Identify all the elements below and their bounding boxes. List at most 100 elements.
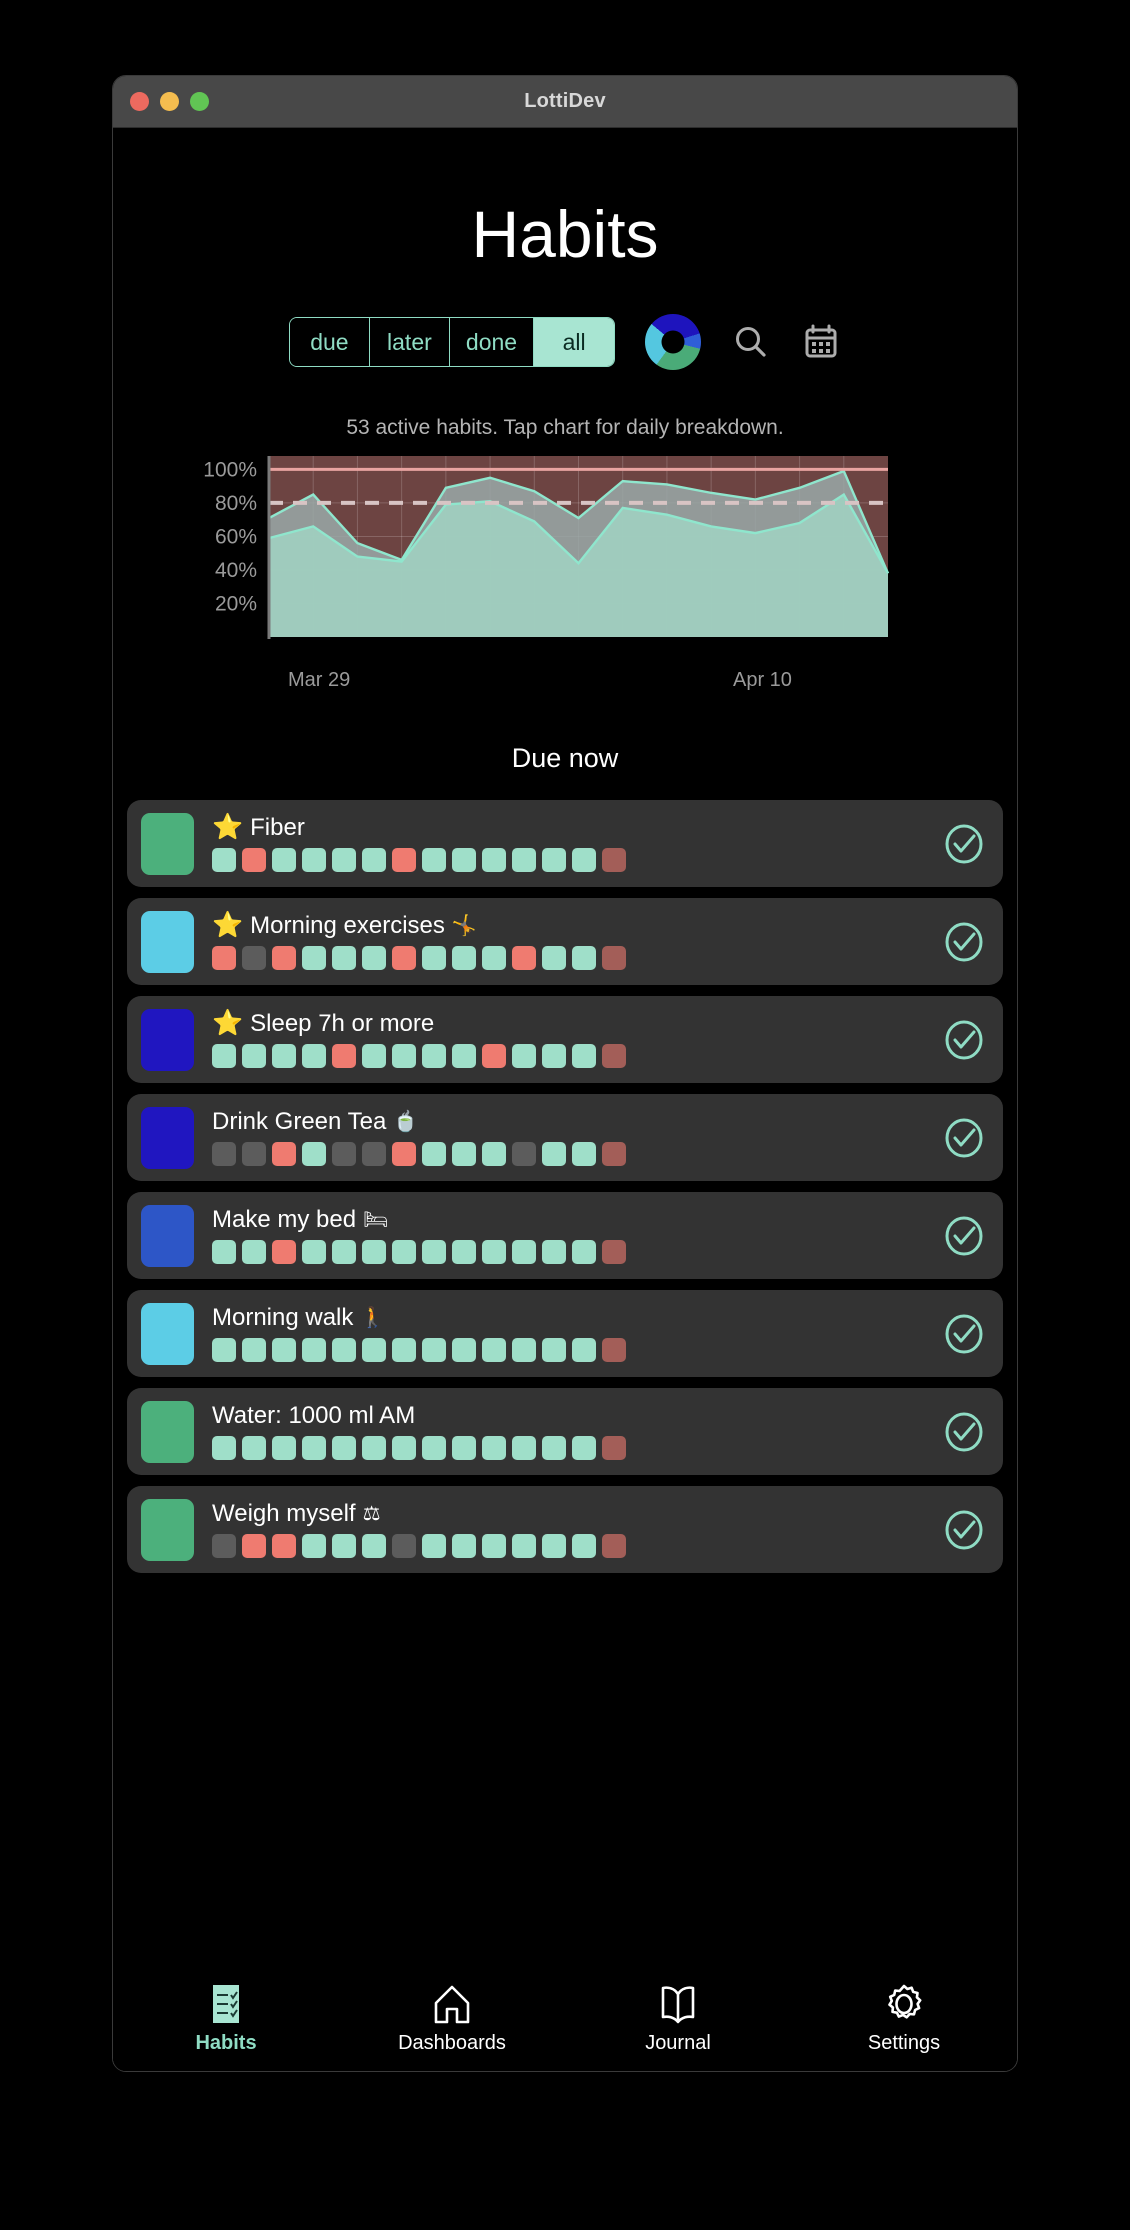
habit-day-cell[interactable] <box>542 1141 566 1166</box>
nav-item-habits[interactable]: Habits <box>113 1983 339 2055</box>
habit-day-cell[interactable] <box>572 848 596 872</box>
filter-tab-done[interactable]: done <box>449 318 535 366</box>
habit-day-cell[interactable] <box>302 1337 326 1362</box>
habit-day-cell[interactable] <box>332 848 356 872</box>
habit-row[interactable]: Drink Green Tea 🍵 <box>127 1094 1003 1181</box>
habit-day-cell[interactable] <box>512 1141 536 1166</box>
habit-day-cell[interactable] <box>392 1533 416 1558</box>
habit-day-cell[interactable] <box>482 1044 506 1068</box>
habit-day-cell[interactable] <box>242 1435 266 1460</box>
habit-day-cell[interactable] <box>272 946 296 970</box>
mark-complete-button[interactable] <box>941 919 987 965</box>
habit-day-cell[interactable] <box>572 1533 596 1558</box>
habit-day-cell[interactable] <box>302 1141 326 1166</box>
habit-day-cell[interactable] <box>512 1239 536 1264</box>
habit-day-cell[interactable] <box>212 1239 236 1264</box>
habit-day-cell[interactable] <box>362 946 386 970</box>
habit-day-cell[interactable] <box>272 1044 296 1068</box>
mark-complete-button[interactable] <box>941 821 987 867</box>
habit-day-cell[interactable] <box>572 1141 596 1166</box>
habit-day-strip[interactable] <box>212 848 931 872</box>
habit-day-cell[interactable] <box>572 946 596 970</box>
habit-day-cell[interactable] <box>272 1533 296 1558</box>
habit-day-cell[interactable] <box>542 1533 566 1558</box>
habit-day-cell[interactable] <box>272 1435 296 1460</box>
habit-day-cell[interactable] <box>302 848 326 872</box>
habit-day-cell[interactable] <box>602 1533 626 1558</box>
habit-day-cell[interactable] <box>272 1141 296 1166</box>
habit-day-cell[interactable] <box>392 1044 416 1068</box>
habit-day-cell[interactable] <box>542 946 566 970</box>
habit-day-cell[interactable] <box>512 1044 536 1068</box>
habit-day-cell[interactable] <box>362 1239 386 1264</box>
window-titlebar[interactable]: LottiDev <box>113 76 1017 128</box>
habit-row[interactable]: ⭐ Morning exercises 🤸 <box>127 898 1003 985</box>
habit-day-cell[interactable] <box>602 1239 626 1264</box>
habit-day-cell[interactable] <box>392 848 416 872</box>
habit-row[interactable]: ⭐ Fiber <box>127 800 1003 887</box>
mark-complete-button[interactable] <box>941 1311 987 1357</box>
habit-day-strip[interactable] <box>212 1435 931 1460</box>
habit-day-cell[interactable] <box>242 1239 266 1264</box>
habit-day-cell[interactable] <box>482 1239 506 1264</box>
nav-item-journal[interactable]: Journal <box>565 1983 791 2055</box>
habit-day-cell[interactable] <box>602 1141 626 1166</box>
habit-day-cell[interactable] <box>602 1337 626 1362</box>
habit-day-cell[interactable] <box>482 1141 506 1166</box>
habit-day-cell[interactable] <box>392 1435 416 1460</box>
habit-day-cell[interactable] <box>422 1141 446 1166</box>
habit-day-cell[interactable] <box>452 1337 476 1362</box>
habit-day-strip[interactable] <box>212 1337 931 1362</box>
habit-day-cell[interactable] <box>302 1044 326 1068</box>
habit-day-cell[interactable] <box>332 946 356 970</box>
habit-day-cell[interactable] <box>602 848 626 872</box>
habit-day-strip[interactable] <box>212 1141 931 1166</box>
habit-day-cell[interactable] <box>482 848 506 872</box>
habit-day-cell[interactable] <box>272 848 296 872</box>
habit-day-cell[interactable] <box>572 1337 596 1362</box>
nav-item-dashboards[interactable]: Dashboards <box>339 1983 565 2055</box>
filter-tab-due[interactable]: due <box>289 318 370 366</box>
habit-day-cell[interactable] <box>362 1141 386 1166</box>
habit-day-cell[interactable] <box>362 1337 386 1362</box>
habit-day-cell[interactable] <box>452 946 476 970</box>
habit-day-cell[interactable] <box>422 1337 446 1362</box>
habit-day-cell[interactable] <box>482 1533 506 1558</box>
habit-row[interactable]: ⭐ Sleep 7h or more <box>127 996 1003 1083</box>
habit-day-strip[interactable] <box>212 1044 931 1068</box>
habit-day-cell[interactable] <box>242 1337 266 1362</box>
donut-chart-button[interactable] <box>645 314 702 370</box>
habit-day-cell[interactable] <box>602 1435 626 1460</box>
habit-day-cell[interactable] <box>422 946 446 970</box>
mark-complete-button[interactable] <box>941 1017 987 1063</box>
habit-day-cell[interactable] <box>212 1141 236 1166</box>
habit-day-cell[interactable] <box>422 1044 446 1068</box>
habit-day-cell[interactable] <box>482 946 506 970</box>
habit-day-cell[interactable] <box>212 848 236 872</box>
habit-day-strip[interactable] <box>212 946 931 970</box>
habit-day-strip[interactable] <box>212 1533 931 1558</box>
habit-day-cell[interactable] <box>572 1044 596 1068</box>
habit-day-cell[interactable] <box>242 1141 266 1166</box>
habit-day-cell[interactable] <box>302 1435 326 1460</box>
habit-day-cell[interactable] <box>452 1533 476 1558</box>
habit-day-cell[interactable] <box>362 848 386 872</box>
habit-day-cell[interactable] <box>602 946 626 970</box>
habit-filter-segmented-control[interactable]: due later done all <box>288 317 616 367</box>
habit-day-cell[interactable] <box>572 1435 596 1460</box>
habit-day-strip[interactable] <box>212 1239 931 1264</box>
habit-day-cell[interactable] <box>422 1435 446 1460</box>
habit-row[interactable]: Morning walk 🚶 <box>127 1290 1003 1377</box>
habit-day-cell[interactable] <box>332 1239 356 1264</box>
habit-day-cell[interactable] <box>452 848 476 872</box>
habit-day-cell[interactable] <box>392 1239 416 1264</box>
habit-day-cell[interactable] <box>272 1337 296 1362</box>
habit-day-cell[interactable] <box>212 1533 236 1558</box>
habit-day-cell[interactable] <box>542 848 566 872</box>
habit-day-cell[interactable] <box>332 1044 356 1068</box>
habit-row[interactable]: Water: 1000 ml AM <box>127 1388 1003 1475</box>
habit-day-cell[interactable] <box>332 1141 356 1166</box>
habit-day-cell[interactable] <box>212 1435 236 1460</box>
habit-day-cell[interactable] <box>362 1533 386 1558</box>
habit-day-cell[interactable] <box>452 1044 476 1068</box>
